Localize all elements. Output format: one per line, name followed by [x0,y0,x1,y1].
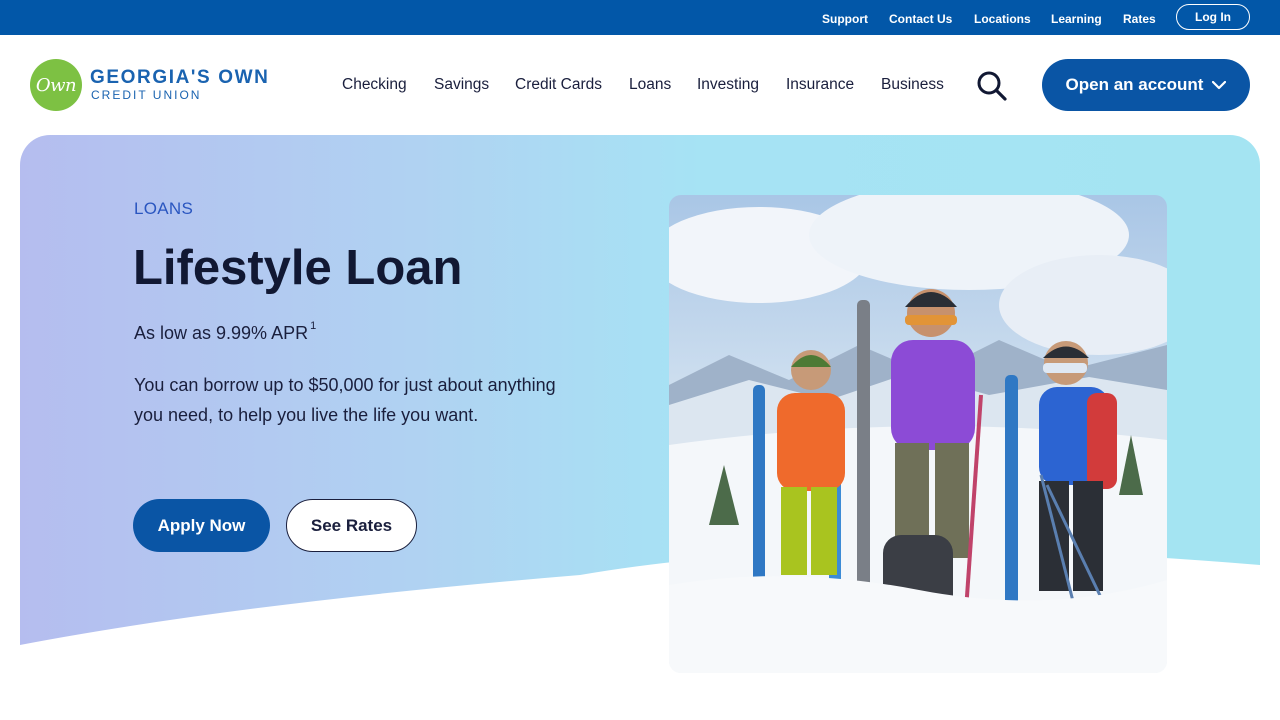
hero-eyebrow: LOANS [134,199,194,218]
brand-name: GEORGIA'S OWN [90,67,270,88]
utility-link-contact-us[interactable]: Contact Us [889,12,952,26]
utility-bar: Support Contact Us Locations Learning Ra… [0,0,1280,35]
brand-logo[interactable]: Own GEORGIA'S OWN CREDIT UNION [30,58,280,112]
chevron-down-icon [1212,80,1227,89]
login-button[interactable]: Log In [1176,4,1250,30]
rate-footnote-link[interactable]: 1 [310,320,316,332]
utility-link-locations[interactable]: Locations [974,12,1031,26]
nav-item-business[interactable]: Business [881,76,944,94]
logo-badge-icon: Own [30,59,82,111]
search-icon [977,71,1007,101]
utility-link-support[interactable]: Support [822,12,868,26]
rate-value: As low as 9.99% APR [134,323,309,343]
nav-item-insurance[interactable]: Insurance [786,76,854,94]
open-account-button[interactable]: Open an account [1042,59,1250,111]
rate-text: As low as 9.99% APR 1 [134,320,316,344]
open-account-label: Open an account [1065,75,1204,94]
search-button[interactable] [975,70,1009,102]
nav-item-checking[interactable]: Checking [342,76,407,94]
hero-photo [669,195,1167,673]
utility-link-rates[interactable]: Rates [1123,12,1156,26]
nav-item-savings[interactable]: Savings [434,76,489,94]
nav-item-loans[interactable]: Loans [629,76,671,94]
nav-item-credit-cards[interactable]: Credit Cards [515,76,602,94]
brand-subname: CREDIT UNION [91,88,202,102]
hero-description: You can borrow up to $50,000 for just ab… [134,375,556,425]
nav-item-investing[interactable]: Investing [697,76,759,94]
utility-link-learning[interactable]: Learning [1051,12,1102,26]
family-skiing-illustration [669,195,1167,673]
logo-badge-text: Own [35,74,77,96]
page-title: Lifestyle Loan [133,241,463,295]
apply-now-button[interactable]: Apply Now [133,499,270,552]
see-rates-button[interactable]: See Rates [286,499,417,552]
